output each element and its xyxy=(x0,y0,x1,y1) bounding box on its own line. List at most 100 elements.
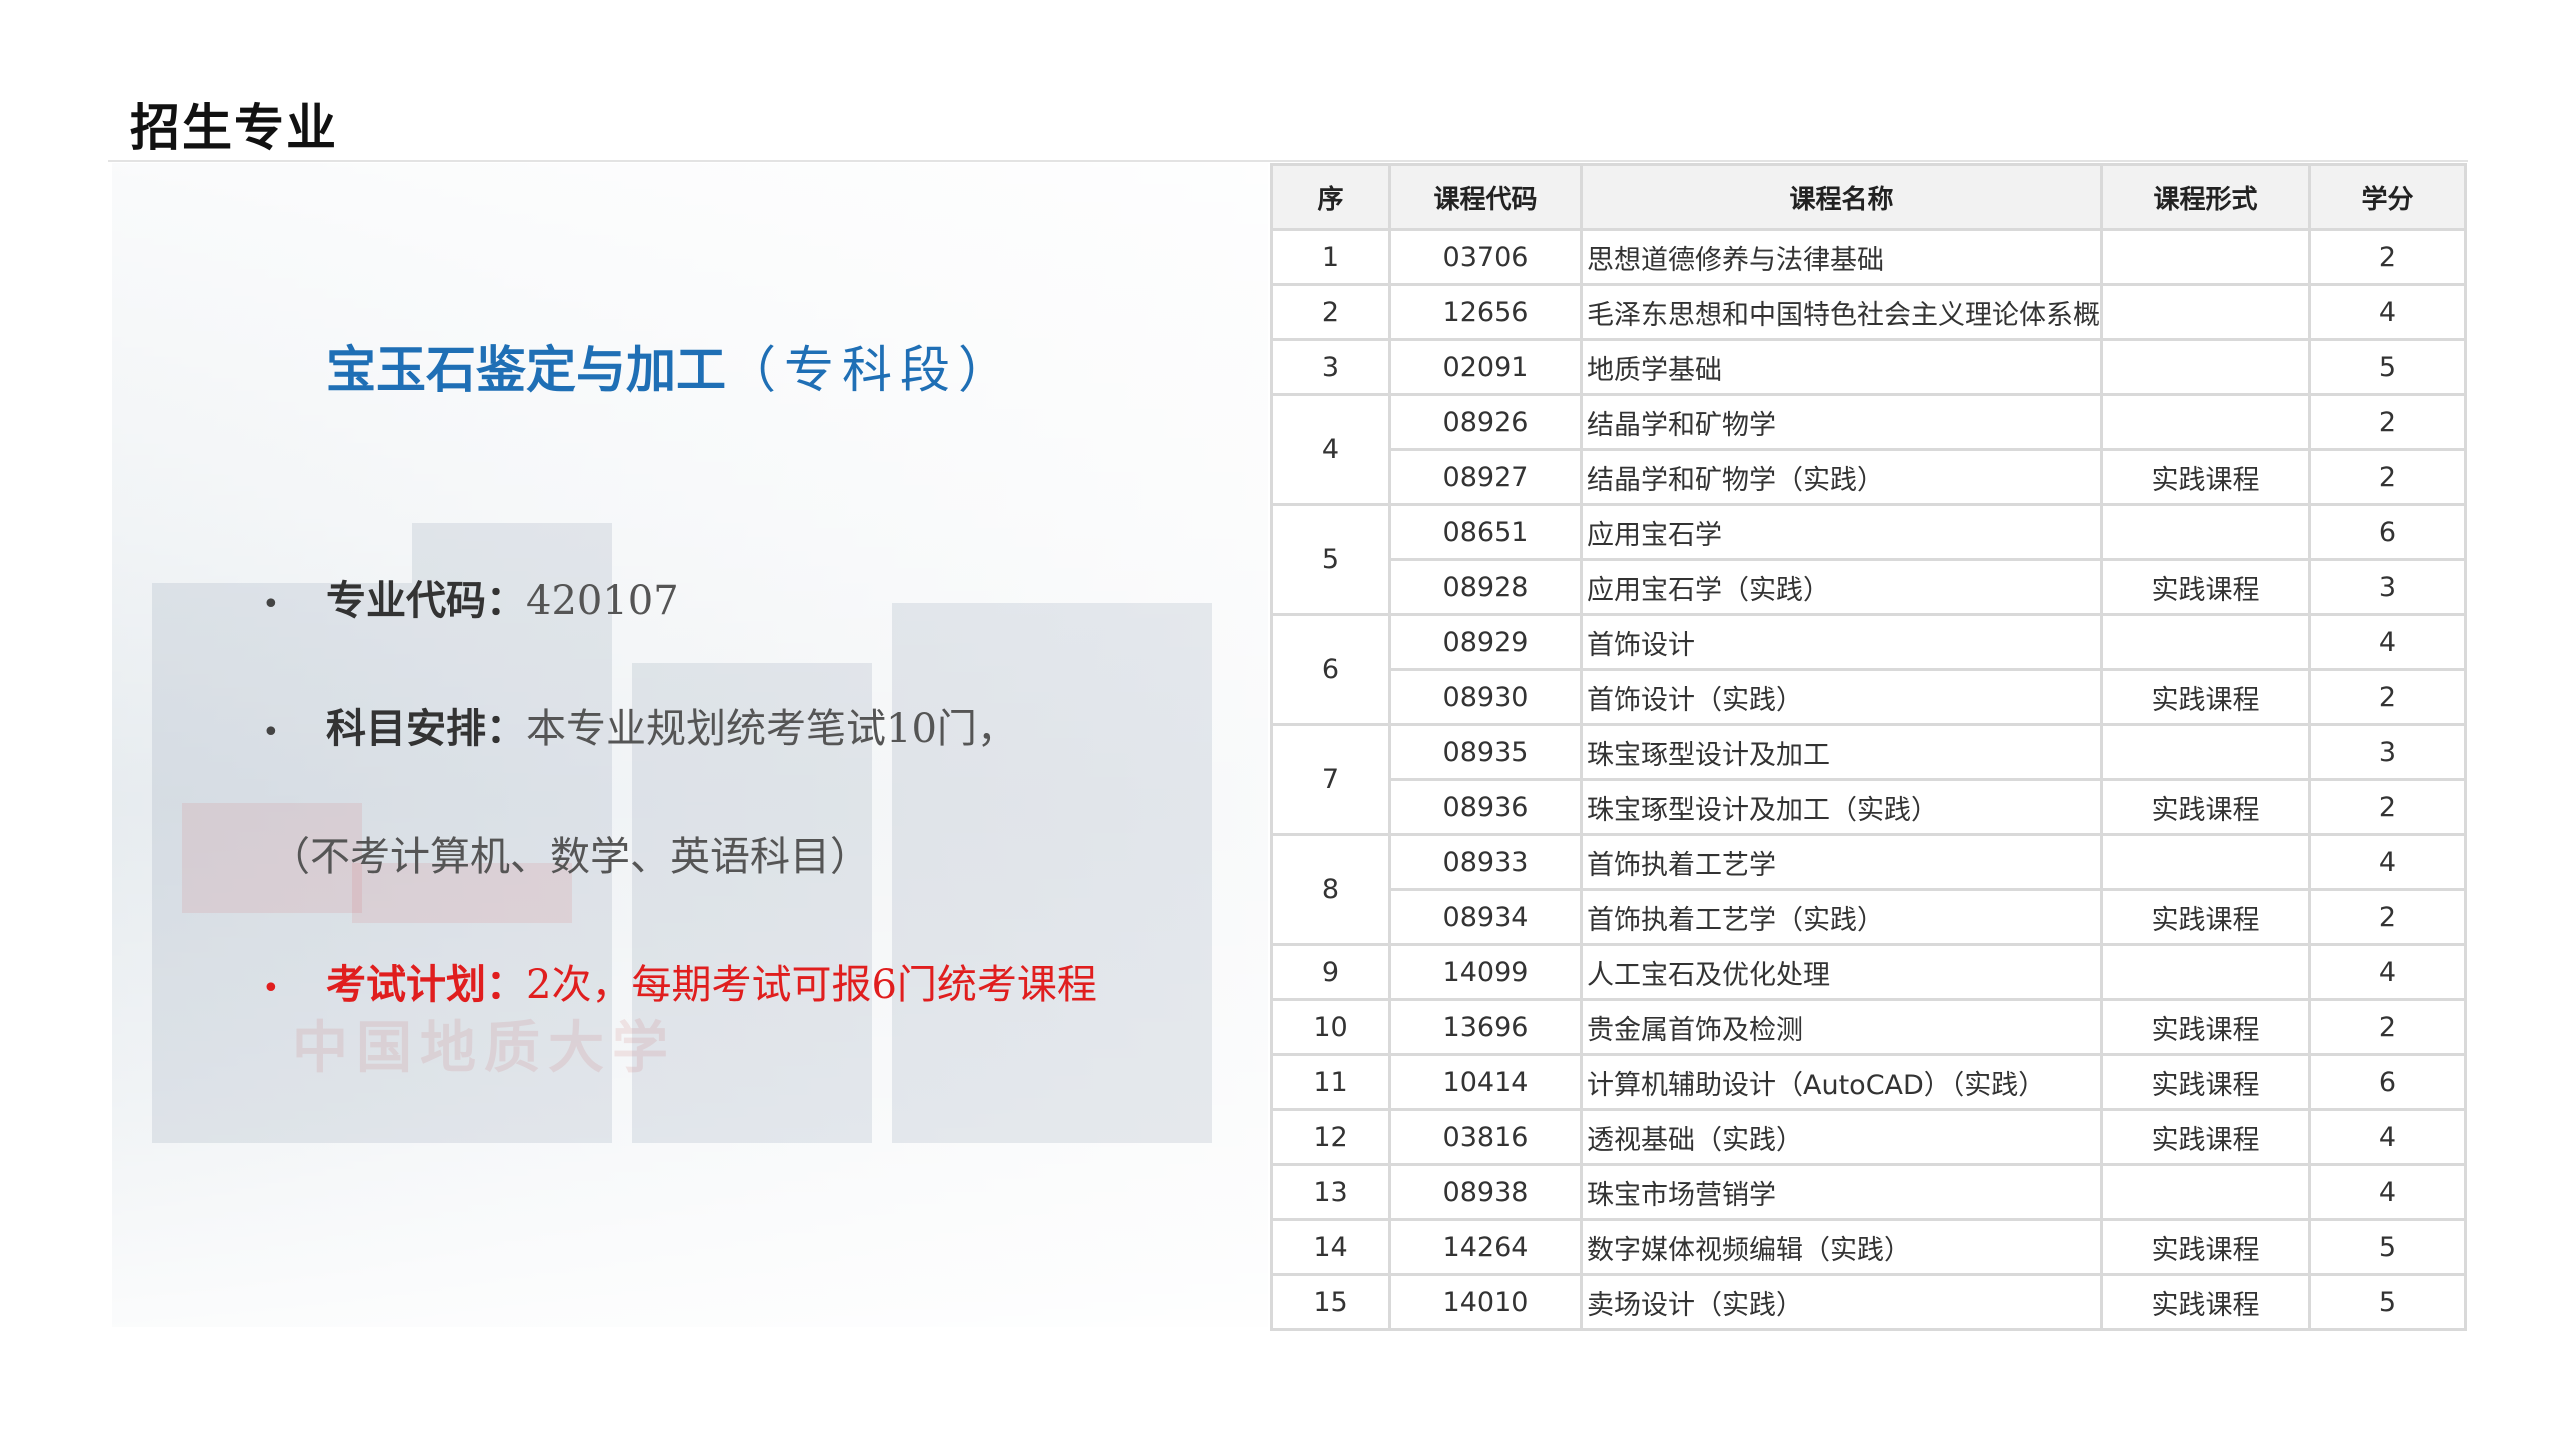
cell-course-code: 02091 xyxy=(1388,338,1583,396)
table-row: 10 13696 贵金属首饰及检测 实践课程 2 xyxy=(1270,998,2467,1056)
cell-credit: 2 xyxy=(2308,888,2467,946)
major-code-value: 420107 xyxy=(526,578,679,624)
table-row: 2 12656 毛泽东思想和中国特色社会主义理论体系概论 4 xyxy=(1270,283,2467,341)
cell-course-form: 实践课程 xyxy=(2100,448,2311,506)
table-row: 08936 珠宝琢型设计及加工（实践） 实践课程 2 xyxy=(1272,778,2467,836)
cell-course-form xyxy=(2100,283,2311,341)
exam-plan-value: 2次，每期考试可报6门统考课程 xyxy=(526,962,1097,1008)
cell-course-name: 计算机辅助设计（AutoCAD）（实践） xyxy=(1580,1053,2103,1111)
cell-seq: 3 xyxy=(1270,338,1391,396)
cell-course-code: 14264 xyxy=(1388,1218,1583,1276)
cell-course-form: 实践课程 xyxy=(2100,998,2311,1056)
cell-course-name: 首饰执着工艺学 xyxy=(1580,833,2103,891)
cell-credit: 6 xyxy=(2308,1053,2467,1111)
course-table-body: 1 03706 思想道德修养与法律基础 2 2 12656 毛泽东思想和中国特色社会主义理论… xyxy=(1270,228,2467,1331)
cell-seq: 12 xyxy=(1270,1108,1391,1166)
subjects-value: 本专业规划统考笔试10门， xyxy=(526,706,1017,752)
cell-course-name: 首饰设计（实践） xyxy=(1580,668,2103,726)
cell-course-form xyxy=(2100,228,2311,286)
table-row: 08934 首饰执着工艺学（实践） 实践课程 2 xyxy=(1272,888,2467,946)
cell-course-name: 珠宝市场营销学 xyxy=(1580,1163,2103,1221)
cell-course-code: 08934 xyxy=(1388,888,1583,946)
cell-credit: 4 xyxy=(2308,833,2467,891)
page-title: 招生专业 xyxy=(130,99,338,157)
table-row: 6 08929 首饰设计 4 xyxy=(1270,613,2467,726)
cell-credit: 4 xyxy=(2308,1163,2467,1221)
subjects-note: （不考计算机、数学、英语科目） xyxy=(270,834,870,880)
cell-course-form: 实践课程 xyxy=(2100,668,2311,726)
cell-course-form xyxy=(2100,723,2311,781)
cell-course-name: 思想道德修养与法律基础 xyxy=(1580,228,2103,286)
cell-credit: 2 xyxy=(2308,668,2467,726)
cell-credit: 2 xyxy=(2308,998,2467,1056)
info-major-code: • 专业代码：420107 xyxy=(262,568,679,626)
cell-course-code: 08929 xyxy=(1388,613,1583,671)
cell-course-code: 03816 xyxy=(1388,1108,1583,1166)
cell-seq: 2 xyxy=(1270,283,1391,341)
cell-course-name: 毛泽东思想和中国特色社会主义理论体系概论 xyxy=(1580,283,2103,341)
cell-seq: 13 xyxy=(1270,1163,1391,1221)
cell-course-code: 08936 xyxy=(1388,778,1583,836)
info-subjects: • 科目安排：本专业规划统考笔试10门， xyxy=(262,696,1017,754)
cell-course-code: 08926 xyxy=(1388,393,1583,451)
cell-credit: 5 xyxy=(2308,338,2467,396)
cell-seq: 4 xyxy=(1270,393,1391,506)
cell-course-code: 08927 xyxy=(1388,448,1583,506)
background-building xyxy=(892,603,1212,1143)
cell-course-form: 实践课程 xyxy=(2100,1053,2311,1111)
table-row: 14 14264 数字媒体视频编辑（实践） 实践课程 5 xyxy=(1270,1218,2467,1276)
table-row: 3 02091 地质学基础 5 xyxy=(1270,338,2467,396)
cell-seq: 7 xyxy=(1270,723,1391,836)
cell-credit: 2 xyxy=(2308,448,2467,506)
cell-course-code: 08938 xyxy=(1388,1163,1583,1221)
cell-credit: 4 xyxy=(2308,283,2467,341)
major-title: 宝玉石鉴定与加工（专科段） xyxy=(326,330,1016,402)
table-row: 12 03816 透视基础（实践） 实践课程 4 xyxy=(1270,1108,2467,1166)
major-name: 宝玉石鉴定与加工 xyxy=(326,341,726,399)
major-level: （专科段） xyxy=(726,341,1016,399)
cell-course-code: 08935 xyxy=(1388,723,1583,781)
cell-seq: 11 xyxy=(1270,1053,1391,1111)
cell-course-form: 实践课程 xyxy=(2100,1108,2311,1166)
header-seq: 序 xyxy=(1270,163,1391,231)
cell-course-name: 贵金属首饰及检测 xyxy=(1580,998,2103,1056)
cell-credit: 6 xyxy=(2308,503,2467,561)
table-row: 15 14010 卖场设计（实践） 实践课程 5 xyxy=(1270,1273,2467,1331)
cell-credit: 4 xyxy=(2308,613,2467,671)
cell-credit: 2 xyxy=(2308,228,2467,286)
cell-course-name: 卖场设计（实践） xyxy=(1580,1273,2103,1331)
table-row: 11 10414 计算机辅助设计（AutoCAD）（实践） 实践课程 6 xyxy=(1270,1053,2467,1111)
cell-course-code: 08933 xyxy=(1388,833,1583,891)
cell-course-name: 应用宝石学（实践） xyxy=(1580,558,2103,616)
cell-course-form: 实践课程 xyxy=(2100,1218,2311,1276)
title-divider xyxy=(108,160,2468,162)
bullet: • xyxy=(262,586,280,622)
cell-seq: 15 xyxy=(1270,1273,1391,1331)
cell-credit: 5 xyxy=(2308,1218,2467,1276)
cell-course-name: 珠宝琢型设计及加工 xyxy=(1580,723,2103,781)
cell-course-code: 10414 xyxy=(1388,1053,1583,1111)
cell-course-form xyxy=(2100,833,2311,891)
table-row: 08930 首饰设计（实践） 实践课程 2 xyxy=(1272,668,2467,726)
cell-seq: 6 xyxy=(1270,613,1391,726)
table-row: 4 08926 结晶学和矿物学 2 xyxy=(1270,393,2467,506)
cell-seq: 9 xyxy=(1270,943,1391,1001)
exam-plan-label: 考试计划： xyxy=(326,961,526,1008)
cell-course-code: 03706 xyxy=(1388,228,1583,286)
info-exam-plan: • 考试计划：2次，每期考试可报6门统考课程 xyxy=(262,952,1097,1010)
cell-credit: 5 xyxy=(2308,1273,2467,1331)
cell-course-code: 13696 xyxy=(1388,998,1583,1056)
major-code-label: 专业代码： xyxy=(326,577,526,624)
cell-course-name: 首饰设计 xyxy=(1580,613,2103,671)
cell-course-name: 结晶学和矿物学（实践） xyxy=(1580,448,2103,506)
cell-course-form: 实践课程 xyxy=(2100,778,2311,836)
cell-credit: 4 xyxy=(2308,943,2467,1001)
cell-course-name: 数字媒体视频编辑（实践） xyxy=(1580,1218,2103,1276)
cell-course-name: 结晶学和矿物学 xyxy=(1580,393,2103,451)
header-credit: 学分 xyxy=(2308,163,2467,231)
cell-credit: 3 xyxy=(2308,558,2467,616)
cell-course-form xyxy=(2100,503,2311,561)
cell-course-form: 实践课程 xyxy=(2100,558,2311,616)
table-row: 13 08938 珠宝市场营销学 4 xyxy=(1270,1163,2467,1221)
table-row: 5 08651 应用宝石学 6 xyxy=(1270,503,2467,616)
